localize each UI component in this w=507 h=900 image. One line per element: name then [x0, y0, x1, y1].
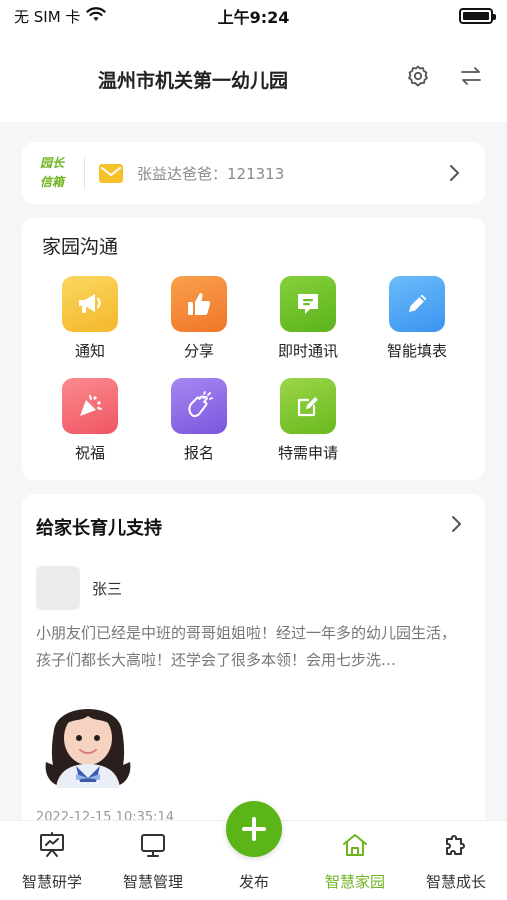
- chevron-right-icon[interactable]: [443, 510, 471, 538]
- tab-smart-growth[interactable]: 智慧成长: [406, 829, 506, 892]
- party-popper-icon: [62, 378, 118, 434]
- comm-label: 通知: [74, 342, 105, 360]
- comm-item-special-request[interactable]: 特需申请: [258, 378, 358, 463]
- tab-label: 智慧研学: [21, 873, 82, 891]
- section-title: 给家长育儿支持: [36, 518, 162, 539]
- battery-icon: [459, 8, 496, 24]
- home-school-section: 家园沟通 通知 分享 即时通讯 智能填表 祝福 报名 特需申请: [22, 218, 485, 480]
- comm-item-notice[interactable]: 通知: [40, 276, 140, 361]
- chevron-right-icon[interactable]: [441, 159, 469, 187]
- publish-label: 发布: [238, 873, 269, 891]
- megaphone-icon: [62, 276, 118, 332]
- wifi-icon: [86, 6, 107, 26]
- post-photo[interactable]: [36, 682, 140, 788]
- tab-label: 智慧成长: [425, 873, 486, 891]
- badge-line-1: 园长: [39, 156, 64, 170]
- comm-label: 祝福: [74, 444, 105, 462]
- tab-label: 智慧家园: [324, 873, 385, 891]
- plus-icon: [242, 817, 266, 841]
- avatar[interactable]: [36, 566, 80, 610]
- divider: [84, 156, 85, 190]
- comm-item-smart-form[interactable]: 智能填表: [367, 276, 467, 361]
- clap-icon: [171, 378, 227, 434]
- tab-label: 智慧管理: [122, 873, 183, 891]
- status-bar: 无 SIM 卡 上午9:24: [0, 0, 507, 32]
- comm-item-share[interactable]: 分享: [149, 276, 249, 361]
- post-timestamp: 2022-12-15 10:35:14: [36, 810, 175, 820]
- puzzle-icon: [440, 829, 472, 861]
- comm-item-register[interactable]: 报名: [149, 378, 249, 463]
- comm-label: 特需申请: [277, 444, 338, 462]
- tab-smart-study[interactable]: 智慧研学: [2, 829, 102, 892]
- thumbs-up-icon: [171, 276, 227, 332]
- comm-label: 即时通讯: [277, 342, 338, 360]
- parent-support-section[interactable]: 给家长育儿支持 张三 小朋友们已经是中班的哥哥姐姐啦！经过一年多的幼儿园生活，孩…: [22, 494, 485, 820]
- comm-label: 智能填表: [386, 342, 447, 360]
- gear-icon[interactable]: [404, 62, 432, 90]
- section-title: 家园沟通: [42, 236, 119, 258]
- switch-icon[interactable]: [457, 62, 485, 90]
- mailbox-message: 张益达爸爸：121313: [137, 164, 285, 183]
- pencil-icon: [389, 276, 445, 332]
- tab-smart-management[interactable]: 智慧管理: [103, 829, 203, 892]
- main-content[interactable]: 园长 信箱 张益达爸爸：121313 家园沟通 通知 分享 即时通讯 智能填表 …: [0, 122, 507, 820]
- tab-bar: 智慧研学 智慧管理 发布 智慧家园 智慧成长: [0, 801, 507, 900]
- author-name: 张三: [92, 580, 123, 598]
- badge-line-2: 信箱: [39, 175, 64, 189]
- publish-button[interactable]: [226, 801, 282, 857]
- page-title: 温州市机关第一幼儿园: [98, 70, 289, 92]
- comm-item-im[interactable]: 即时通讯: [258, 276, 358, 361]
- principal-mailbox[interactable]: 园长 信箱 张益达爸爸：121313: [22, 142, 485, 204]
- home-icon: [339, 829, 371, 861]
- chat-icon: [280, 276, 336, 332]
- envelope-icon: [99, 163, 123, 183]
- app-header: 温州市机关第一幼儿园: [0, 32, 507, 122]
- edit-icon: [280, 378, 336, 434]
- post-text[interactable]: 小朋友们已经是中班的哥哥姐姐啦！经过一年多的幼儿园生活，孩子们都长大高啦！还学会…: [36, 620, 468, 674]
- presentation-icon: [36, 829, 68, 861]
- comm-label: 报名: [183, 444, 214, 462]
- comm-item-blessing[interactable]: 祝福: [40, 378, 140, 463]
- carrier-label: 无 SIM 卡: [14, 7, 81, 26]
- monitor-icon: [137, 829, 169, 861]
- principal-mailbox-badge: 园长 信箱: [36, 154, 68, 192]
- tab-smart-home[interactable]: 智慧家园: [305, 829, 405, 892]
- comm-label: 分享: [183, 342, 214, 360]
